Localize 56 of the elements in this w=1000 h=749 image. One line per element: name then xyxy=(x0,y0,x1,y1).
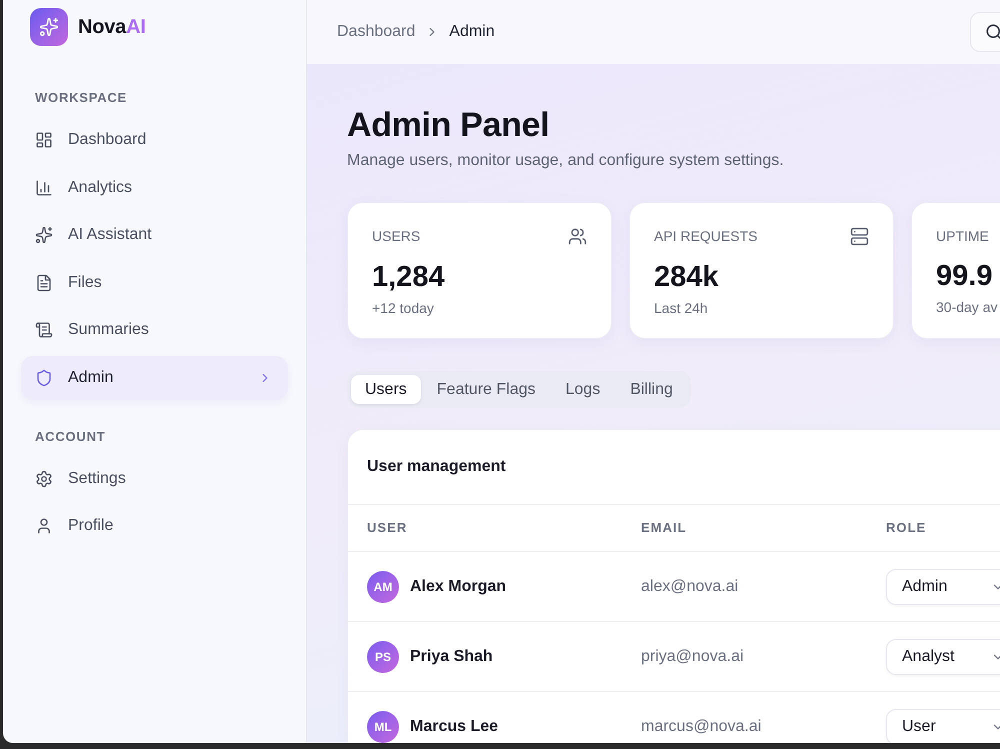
column-header: EMAIL xyxy=(641,519,688,538)
tab[interactable]: Users xyxy=(351,375,421,404)
stat-note: Last 24h xyxy=(654,299,709,317)
email-text: priya@nova.ai xyxy=(641,646,745,666)
server-icon xyxy=(850,227,869,246)
role-select[interactable]: Analyst xyxy=(886,638,1000,674)
stat-label: API REQUESTS xyxy=(654,227,758,245)
section-label: WORKSPACE xyxy=(34,90,128,106)
avatar: ML xyxy=(367,710,399,742)
dashboard-icon xyxy=(35,131,53,149)
nav-item[interactable]: Analytics xyxy=(21,166,288,210)
sparkles-icon xyxy=(35,226,53,244)
gear-icon xyxy=(35,470,53,488)
stat-note: +12 today xyxy=(372,299,435,317)
nav-item[interactable]: Profile xyxy=(21,504,288,548)
stat-value: 284k xyxy=(654,260,720,294)
email-text: alex@nova.ai xyxy=(641,576,740,596)
scroll-icon xyxy=(35,321,53,339)
user-name: Alex Morgan xyxy=(410,576,506,596)
nav-item[interactable]: Admin xyxy=(21,356,288,400)
page-title: Admin Panel xyxy=(347,105,550,145)
stat-value: 1,284 xyxy=(372,260,446,294)
column-header: USER xyxy=(367,519,408,538)
people-icon xyxy=(568,227,587,246)
role-select[interactable]: Admin xyxy=(886,568,1000,604)
column-header: ROLE xyxy=(886,519,928,538)
nav-item[interactable]: Dashboard xyxy=(21,118,288,162)
nav-item[interactable]: AI Assistant xyxy=(21,213,288,257)
shield-icon xyxy=(35,368,53,386)
stat-value: 99.9 xyxy=(936,259,994,293)
search-icon xyxy=(985,23,1000,41)
table-title: User management xyxy=(367,457,506,477)
tab[interactable]: Billing xyxy=(616,375,687,404)
document-icon xyxy=(35,274,53,292)
nav-item[interactable]: Files xyxy=(21,260,288,304)
person-icon xyxy=(35,517,53,535)
breadcrumb-current: Admin xyxy=(449,22,495,42)
stat-note: 30-day av xyxy=(936,298,998,316)
avatar: PS xyxy=(367,640,399,672)
stat-label: UPTIME xyxy=(936,227,989,245)
stat-label: USERS xyxy=(372,227,420,245)
bar-chart-icon xyxy=(35,178,53,196)
role-select[interactable]: User xyxy=(886,708,1000,743)
avatar: AM xyxy=(367,570,399,602)
user-name: Marcus Lee xyxy=(410,716,498,736)
breadcrumb-link[interactable]: Dashboard xyxy=(337,20,416,44)
user-name: Priya Shah xyxy=(410,646,493,666)
email-text: marcus@nova.ai xyxy=(641,716,762,736)
tab[interactable]: Feature Flags xyxy=(422,375,550,404)
tab[interactable]: Logs xyxy=(552,375,614,404)
section-label: ACCOUNT xyxy=(34,428,106,444)
page-subtitle: Manage users, monitor usage, and configure system settings. xyxy=(347,151,785,171)
logo-icon xyxy=(30,8,68,46)
nav-item[interactable]: Settings xyxy=(21,456,288,500)
brand-name: NovaAI xyxy=(78,15,146,40)
nav-item[interactable]: Summaries xyxy=(21,308,288,352)
